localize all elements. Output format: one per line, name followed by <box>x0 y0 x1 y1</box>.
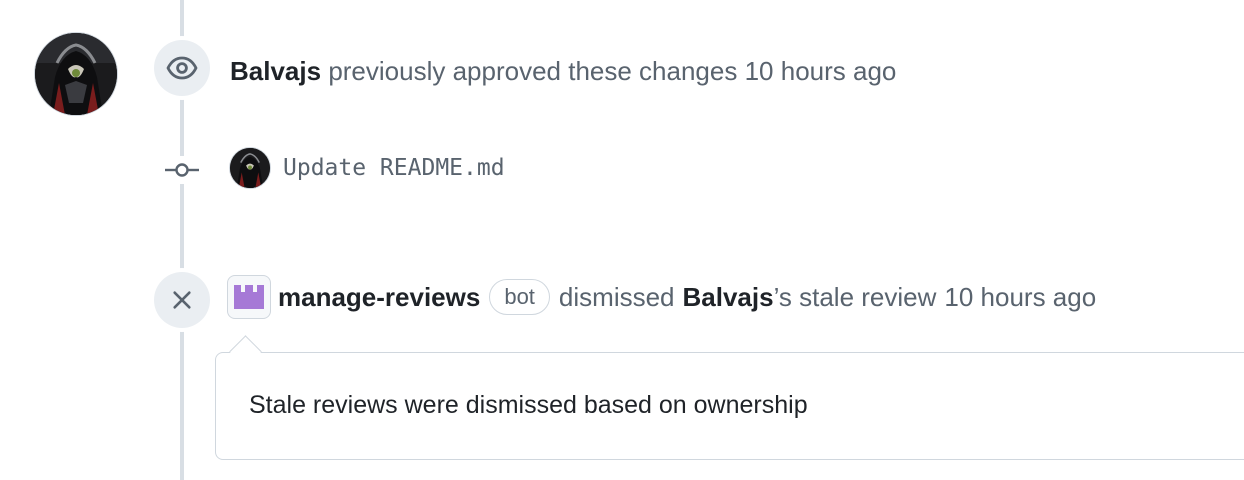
approval-text: previously approved these changes <box>328 56 738 86</box>
git-commit-icon <box>165 163 199 177</box>
dismissal-comment: Stale reviews were dismissed based on ow… <box>215 335 1244 460</box>
dismissal-time[interactable]: 10 hours ago <box>944 282 1096 313</box>
manage-reviews-app-icon <box>234 285 264 309</box>
reviewer-avatar[interactable] <box>35 33 117 115</box>
approval-actor-link[interactable]: Balvajs <box>230 56 321 86</box>
approval-event: Balvajs previously approved these change… <box>230 55 896 87</box>
commit-author-avatar[interactable] <box>230 148 270 188</box>
commit-node <box>162 156 202 184</box>
commit-message-link[interactable]: Update README.md <box>283 155 505 181</box>
approval-badge <box>154 40 210 96</box>
bot-badge: bot <box>489 279 550 315</box>
dismissal-verb: dismissed <box>558 281 675 312</box>
pr-timeline: Balvajs previously approved these change… <box>0 0 1244 480</box>
dismissal-badge <box>154 272 210 328</box>
dismissal-suffix: ’s stale review <box>773 281 937 312</box>
bot-avatar[interactable] <box>228 276 270 318</box>
dismissal-comment-text: Stale reviews were dismissed based on ow… <box>249 391 808 419</box>
dismissed-user-link[interactable]: Balvajs <box>683 282 774 313</box>
dismissal-event: manage-reviews bot dismissed Balvajs’s s… <box>228 276 1096 318</box>
bot-actor-link[interactable]: manage-reviews <box>278 282 480 313</box>
approval-time[interactable]: 10 hours ago <box>745 56 897 86</box>
commit-event: Update README.md <box>230 148 505 188</box>
eye-icon <box>166 56 198 80</box>
x-icon <box>173 291 191 309</box>
comment-pointer <box>229 335 262 368</box>
